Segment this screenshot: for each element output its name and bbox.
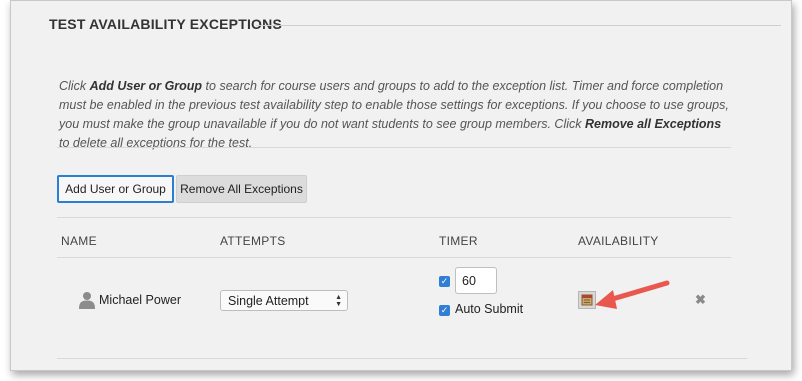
- divider: [57, 147, 731, 148]
- column-header-name: NAME: [61, 234, 97, 248]
- user-name: Michael Power: [99, 293, 181, 307]
- divider: [57, 358, 747, 359]
- table-header-divider: [57, 257, 731, 258]
- section-title: TEST AVAILABILITY EXCEPTIONS: [49, 16, 282, 32]
- user-icon: [79, 292, 95, 309]
- auto-submit-label: Auto Submit: [455, 302, 524, 316]
- annotation-arrow-icon: [595, 280, 670, 309]
- column-header-timer: TIMER: [439, 234, 478, 248]
- divider: [57, 217, 731, 218]
- timer-minutes-input[interactable]: [455, 267, 497, 294]
- column-header-attempts: ATTEMPTS: [220, 234, 286, 248]
- column-header-availability: AVAILABILITY: [578, 234, 659, 248]
- attempts-select[interactable]: Single Attempt ▲ ▼: [220, 290, 348, 311]
- select-arrows-icon: ▲ ▼: [335, 294, 342, 308]
- attempts-select-value: Single Attempt: [228, 293, 309, 308]
- test-availability-exceptions-panel: TEST AVAILABILITY EXCEPTIONS Click Add U…: [10, 0, 792, 371]
- auto-submit-checkbox[interactable]: ✓: [439, 305, 450, 316]
- timer-checkbox[interactable]: ✓: [439, 276, 450, 287]
- add-user-or-group-button[interactable]: Add User or Group: [57, 175, 174, 203]
- title-divider: [256, 25, 781, 26]
- instructions-text: Click Add User or Group to search for co…: [59, 79, 729, 150]
- close-icon[interactable]: ✖: [695, 292, 706, 308]
- remove-all-exceptions-button[interactable]: Remove All Exceptions: [176, 175, 307, 203]
